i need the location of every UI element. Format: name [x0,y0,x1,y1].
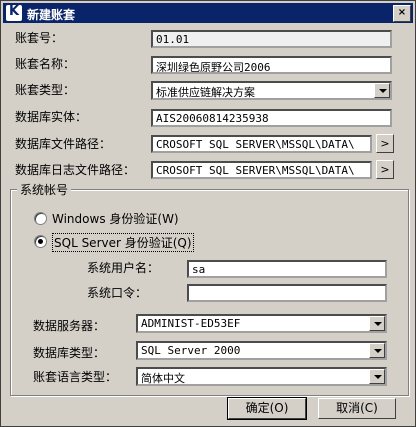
system-user-label: 系统用户名： [87,261,160,275]
db-type-label: 数据库类型： [33,346,106,360]
system-password-label: 系统口令： [87,286,148,300]
db-instance-field[interactable]: AIS20060814235938 [151,109,392,127]
db-instance-label: 数据库实体： [15,110,88,124]
account-language-select[interactable]: 简体中文 [136,367,387,386]
chevron-down-icon[interactable] [369,369,385,384]
db-file-path-label: 数据库文件路径： [15,137,112,151]
system-user-field[interactable]: sa [187,260,387,278]
windows-auth-radio[interactable] [34,212,47,225]
close-button[interactable]: × [393,5,411,22]
title-bar: 新建账套 × [3,3,413,23]
sql-auth-label[interactable]: SQL Server 身份验证(Q) [52,233,194,252]
db-server-label: 数据服务器： [33,319,106,333]
window-title: 新建账套 [27,8,76,22]
db-log-path-browse-button[interactable]: > [376,160,394,179]
app-logo-icon [6,4,22,21]
cancel-button[interactable]: 取消(C) [318,398,396,419]
sql-auth-radio[interactable] [34,235,47,248]
account-no-field[interactable]: 01.01 [151,30,392,48]
db-file-path-browse-button[interactable]: > [376,134,394,153]
db-server-select[interactable]: ADMINIST-ED53EF [136,314,387,333]
ok-button[interactable]: 确定(O) [227,397,307,420]
db-file-path-field[interactable]: CROSOFT SQL SERVER\MSSQL\DATA\ [151,135,372,153]
db-server-value: ADMINIST-ED53EF [141,317,241,330]
account-name-field[interactable]: 深圳绿色原野公司2006 [151,56,392,74]
db-log-path-field[interactable]: CROSOFT SQL SERVER\MSSQL\DATA\ [151,161,372,179]
account-no-label: 账套号： [15,31,64,45]
db-type-select[interactable]: SQL Server 2000 [136,341,387,360]
chevron-down-icon[interactable] [369,343,385,358]
account-language-value: 简体中文 [141,372,185,385]
db-type-value: SQL Server 2000 [141,344,241,357]
account-type-label: 账套类型： [15,83,76,97]
chevron-down-icon[interactable] [374,83,390,98]
db-log-path-label: 数据库日志文件路径： [15,163,136,177]
new-account-dialog: 新建账套 × 账套号： 01.01 账套名称： 深圳绿色原野公司2006 账套类… [0,0,416,427]
account-type-value: 标准供应链解决方案 [156,86,255,99]
chevron-down-icon[interactable] [369,316,385,331]
account-language-label: 账套语言类型： [33,370,118,384]
system-password-field[interactable] [187,284,387,302]
account-name-label: 账套名称： [15,57,76,71]
account-type-select[interactable]: 标准供应链解决方案 [151,81,392,100]
system-account-group-title: 系统帐号 [17,181,72,198]
windows-auth-label[interactable]: Windows 身份验证(W) [52,210,179,227]
